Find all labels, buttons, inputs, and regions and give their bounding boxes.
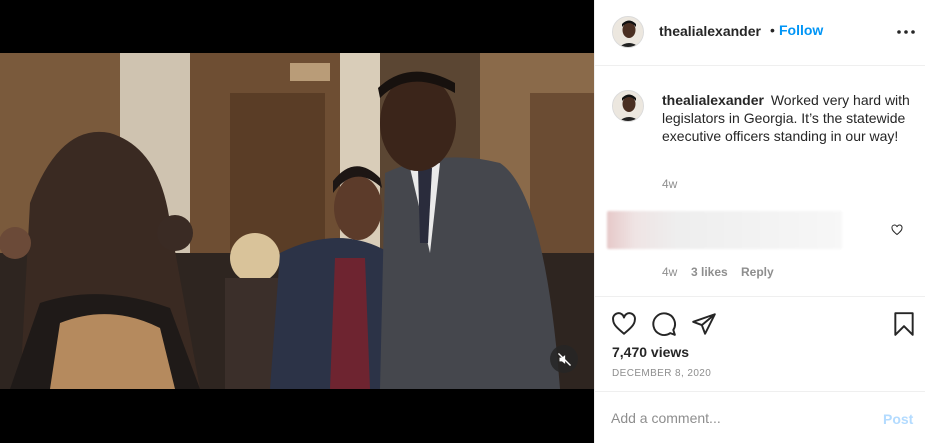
- post-actions: 7,470 views December 8, 2020: [595, 296, 925, 391]
- caption-author-avatar[interactable]: [612, 90, 644, 122]
- post-header: thealialexander • Follow: [595, 0, 925, 66]
- video-frame: [0, 53, 594, 389]
- comment-reply-button[interactable]: Reply: [741, 265, 774, 279]
- share-icon[interactable]: [691, 311, 717, 337]
- post-details-panel: thealialexander • Follow thealialexander…: [594, 0, 925, 443]
- video-player[interactable]: [0, 53, 594, 389]
- post-comment-button[interactable]: Post: [883, 411, 913, 427]
- caption-timestamp[interactable]: 4w: [662, 177, 677, 191]
- author-avatar[interactable]: [612, 16, 644, 48]
- comment-like-heart-icon[interactable]: [891, 224, 903, 236]
- views-count[interactable]: 7,470 views: [612, 344, 689, 360]
- comment-timestamp[interactable]: 4w: [662, 265, 677, 279]
- more-options-icon[interactable]: [894, 22, 918, 42]
- follow-separator: •: [770, 22, 775, 38]
- post-caption: thealialexander Worked very hard with le…: [662, 91, 912, 145]
- add-comment-input[interactable]: [611, 408, 861, 428]
- comment-likes-count[interactable]: 3 likes: [691, 265, 728, 279]
- post-date[interactable]: December 8, 2020: [612, 368, 711, 379]
- comment-icon[interactable]: [651, 311, 677, 337]
- media-pane: [0, 0, 594, 443]
- mute-toggle-button[interactable]: [550, 345, 578, 373]
- blurred-comment: [607, 211, 842, 249]
- author-username[interactable]: thealialexander: [659, 23, 761, 39]
- heart-icon[interactable]: [611, 311, 637, 337]
- follow-button[interactable]: Follow: [779, 22, 823, 38]
- comment-composer: Post: [595, 391, 925, 443]
- caption-username[interactable]: thealialexander: [662, 92, 764, 108]
- bookmark-icon[interactable]: [891, 311, 917, 337]
- muted-speaker-icon: [557, 352, 571, 366]
